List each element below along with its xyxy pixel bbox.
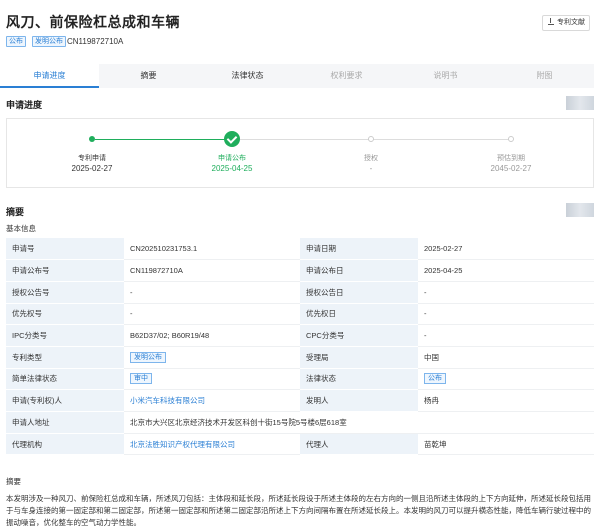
tab-bar: 申请进度 摘要 法律状态 权利要求 说明书 附图 bbox=[0, 64, 594, 88]
field-label: CPC分类号 bbox=[300, 324, 418, 347]
field-label: 优先权日 bbox=[300, 303, 418, 326]
tab-claims[interactable]: 权利要求 bbox=[297, 64, 396, 88]
field-label: 申请人地址 bbox=[6, 411, 124, 434]
table-row: 代理机构 北京法胜知识产权代理有限公司 代理人 苗乾坤 bbox=[6, 433, 594, 456]
page-header: 风刀、前保险杠总成和车辆 公布 发明公布 CN119872710A 专利文献 bbox=[0, 0, 594, 60]
status-tag-published: 公布 bbox=[6, 36, 26, 47]
patent-type-badge: 发明公布 bbox=[130, 351, 166, 363]
field-value: B62D37/02; B60R19/48 bbox=[124, 324, 300, 347]
step-label: 申请公布 bbox=[218, 155, 246, 162]
progress-section-title: 申请进度 bbox=[6, 100, 43, 110]
basic-info-label: 基本信息 bbox=[6, 224, 36, 233]
tab-progress[interactable]: 申请进度 bbox=[0, 64, 99, 88]
tab-drawings[interactable]: 附图 bbox=[495, 64, 594, 88]
table-row: 申请(专利权)人 小米汽车科技有限公司 发明人 杨冉 bbox=[6, 389, 594, 412]
field-value: CN119872710A bbox=[124, 259, 300, 282]
step-date: 2025-04-25 bbox=[211, 164, 253, 173]
field-value: - bbox=[418, 324, 594, 347]
field-label: 授权公告号 bbox=[6, 281, 124, 304]
progress-line-done bbox=[95, 139, 230, 140]
field-value: - bbox=[418, 303, 594, 326]
field-label: 法律状态 bbox=[300, 368, 418, 391]
step-label: 预估到期 bbox=[497, 155, 525, 162]
step-dot-pending bbox=[368, 136, 374, 142]
field-value: 杨冉 bbox=[418, 389, 594, 412]
blurred-element bbox=[566, 203, 594, 217]
table-row: 申请号 CN202510231753.1 申请日期 2025-02-27 bbox=[6, 238, 594, 261]
field-label: 申请日期 bbox=[300, 238, 418, 261]
table-row: 申请公布号 CN119872710A 申请公布日 2025-04-25 bbox=[6, 259, 594, 282]
step-dot-pending bbox=[508, 136, 514, 142]
table-row: 优先权号 - 优先权日 - bbox=[6, 303, 594, 326]
abstract-section-title: 摘要 bbox=[6, 207, 25, 217]
field-label: 授权公告日 bbox=[300, 281, 418, 304]
legal-status-badge: 公布 bbox=[424, 373, 446, 385]
table-row: 专利类型 发明公布 受理局 中国 bbox=[6, 346, 594, 369]
field-value: - bbox=[418, 281, 594, 304]
field-label: 申请公布号 bbox=[6, 259, 124, 282]
tab-description[interactable]: 说明书 bbox=[396, 64, 495, 88]
field-value: - bbox=[124, 303, 300, 326]
publication-number: CN119872710A bbox=[67, 37, 124, 46]
page-title: 风刀、前保险杠总成和车辆 bbox=[6, 14, 180, 30]
check-circle-icon bbox=[224, 131, 240, 147]
field-label: 简单法律状态 bbox=[6, 368, 124, 391]
field-label: 受理局 bbox=[300, 346, 418, 369]
tab-abstract[interactable]: 摘要 bbox=[99, 64, 198, 88]
field-label: 代理机构 bbox=[6, 433, 124, 456]
field-label: 优先权号 bbox=[6, 303, 124, 326]
step-label: 专利申请 bbox=[78, 155, 106, 162]
table-row: IPC分类号 B62D37/02; B60R19/48 CPC分类号 - bbox=[6, 324, 594, 347]
step-dot-done bbox=[89, 136, 95, 142]
agency-link[interactable]: 北京法胜知识产权代理有限公司 bbox=[130, 440, 235, 449]
field-value: - bbox=[124, 281, 300, 304]
table-row: 申请人地址 北京市大兴区北京经济技术开发区科创十街15号院5号楼6层618室 bbox=[6, 411, 594, 434]
field-value: 2025-02-27 bbox=[418, 238, 594, 261]
abstract-text: 本发明涉及一种风刀、前保险杠总成和车辆，所述风刀包括：主体段和延长段，所述延长段… bbox=[6, 494, 591, 527]
progress-line-pending bbox=[240, 139, 510, 140]
simple-legal-status-badge: 审中 bbox=[130, 373, 152, 385]
field-label: 申请公布日 bbox=[300, 259, 418, 282]
field-label: 代理人 bbox=[300, 433, 418, 456]
field-value: 北京市大兴区北京经济技术开发区科创十街15号院5号楼6层618室 bbox=[124, 411, 594, 434]
applicant-link[interactable]: 小米汽车科技有限公司 bbox=[130, 396, 205, 405]
table-row: 简单法律状态 审中 法律状态 公布 bbox=[6, 368, 594, 391]
blurred-element bbox=[566, 96, 594, 110]
field-label: 申请(专利权)人 bbox=[6, 389, 124, 412]
table-row: 授权公告号 - 授权公告日 - bbox=[6, 281, 594, 304]
field-value: 中国 bbox=[418, 346, 594, 369]
basic-info-table: 申请号 CN202510231753.1 申请日期 2025-02-27 申请公… bbox=[6, 238, 594, 456]
step-label: 授权 bbox=[364, 155, 378, 162]
patent-document-button[interactable]: 专利文献 bbox=[542, 15, 590, 31]
step-date: 2025-02-27 bbox=[71, 164, 113, 173]
field-value: CN202510231753.1 bbox=[124, 238, 300, 261]
patent-document-label: 专利文献 bbox=[557, 19, 585, 26]
field-label: 申请号 bbox=[6, 238, 124, 261]
step-date: - bbox=[369, 164, 373, 173]
download-icon bbox=[548, 18, 554, 25]
type-tag-invention: 发明公布 bbox=[32, 36, 66, 47]
field-label: 发明人 bbox=[300, 389, 418, 412]
abstract-label: 摘要 bbox=[6, 477, 21, 486]
field-label: IPC分类号 bbox=[6, 324, 124, 347]
field-value: 2025-04-25 bbox=[418, 259, 594, 282]
field-label: 专利类型 bbox=[6, 346, 124, 369]
tab-legal-status[interactable]: 法律状态 bbox=[198, 64, 297, 88]
field-value: 苗乾坤 bbox=[418, 433, 594, 456]
step-date: 2045-02-27 bbox=[490, 164, 532, 173]
